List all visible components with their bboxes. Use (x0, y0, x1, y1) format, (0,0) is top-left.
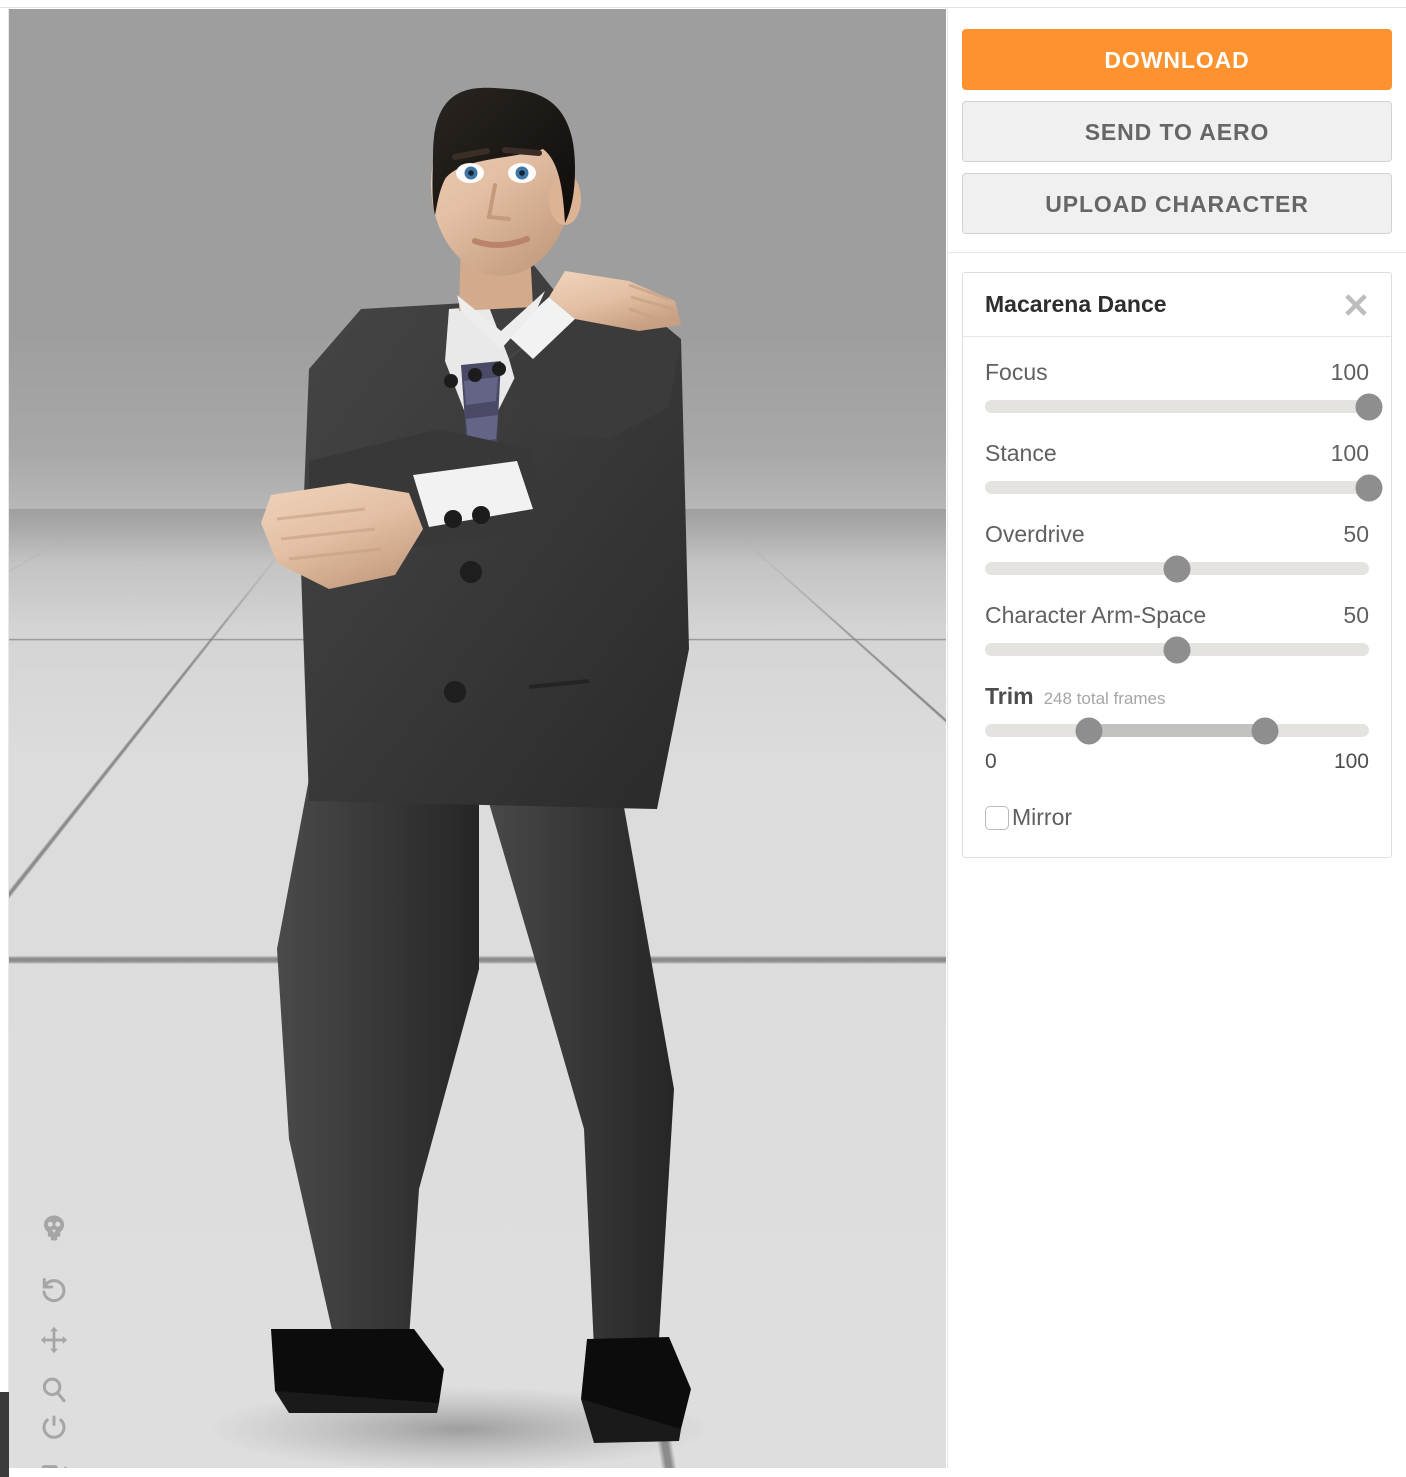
left-scroll-rail[interactable] (0, 9, 9, 1477)
scrollbar-thumb[interactable] (0, 1392, 9, 1477)
trim-range-fill (1088, 724, 1266, 737)
mirror-label: Mirror (1012, 804, 1073, 830)
motion-settings-panel: Macarena Dance Focus 100 Stance 100 Over… (962, 272, 1392, 858)
slider-overdrive: Overdrive 50 (985, 521, 1369, 582)
orbit-icon[interactable] (31, 1405, 77, 1451)
slider-stance-track[interactable] (985, 474, 1383, 501)
top-header-strip (0, 0, 1406, 8)
trim-frames-text: 248 total frames (1043, 689, 1166, 708)
send-to-aero-button[interactable]: SEND TO AERO (962, 101, 1392, 162)
trim-end-thumb[interactable] (1251, 717, 1279, 744)
mirror-checkbox[interactable] (985, 805, 1009, 830)
slider-character-arm-space-thumb[interactable] (1163, 636, 1191, 663)
pan-icon[interactable] (31, 1317, 77, 1363)
slider-stance: Stance 100 (985, 440, 1383, 501)
upload-character-button[interactable]: UPLOAD CHARACTER (962, 173, 1392, 234)
motion-panel-header: Macarena Dance (963, 273, 1391, 337)
slider-focus-track[interactable] (985, 393, 1383, 420)
slider-stance-value: 100 (1330, 440, 1369, 466)
slider-character-arm-space-value: 50 (1343, 602, 1369, 628)
trim-section: Trim 248 total frames 0 100 (985, 683, 1369, 774)
trim-start-thumb[interactable] (1075, 717, 1103, 744)
viewport-background (9, 9, 946, 549)
viewport-grid (9, 529, 946, 1468)
camera-icon[interactable] (31, 1449, 77, 1468)
slider-stance-label: Stance (985, 440, 1057, 466)
slider-overdrive-label: Overdrive (985, 521, 1085, 547)
right-sidebar: DOWNLOAD SEND TO AERO UPLOAD CHARACTER M… (947, 9, 1406, 1468)
close-icon[interactable] (1343, 292, 1369, 318)
motion-panel-body: Focus 100 Stance 100 Overdrive 50 Charac… (963, 337, 1391, 857)
slider-focus-label: Focus (985, 359, 1048, 385)
slider-focus-value: 100 (1330, 359, 1369, 385)
motion-title: Macarena Dance (985, 291, 1167, 317)
trim-track[interactable] (985, 717, 1369, 744)
trim-label: Trim (985, 683, 1034, 709)
slider-character-arm-space-label: Character Arm-Space (985, 602, 1207, 628)
slider-stance-thumb[interactable] (1355, 474, 1383, 501)
slider-character-arm-space: Character Arm-Space 50 (985, 602, 1369, 663)
download-button[interactable]: DOWNLOAD (962, 29, 1392, 90)
mirror-row: Mirror (985, 804, 1369, 831)
reset-icon[interactable] (31, 1267, 77, 1313)
skeleton-icon[interactable] (31, 1205, 77, 1251)
slider-overdrive-thumb[interactable] (1163, 555, 1191, 582)
slider-focus-thumb[interactable] (1355, 393, 1383, 420)
slider-overdrive-track[interactable] (985, 555, 1369, 582)
trim-min-label: 0 (985, 750, 997, 773)
slider-overdrive-value: 50 (1343, 521, 1369, 547)
trim-max-label: 100 (1333, 750, 1369, 773)
action-buttons: DOWNLOAD SEND TO AERO UPLOAD CHARACTER (948, 9, 1406, 253)
3d-viewport[interactable] (9, 9, 946, 1468)
slider-character-arm-space-track[interactable] (985, 636, 1369, 663)
slider-focus: Focus 100 (985, 359, 1383, 420)
